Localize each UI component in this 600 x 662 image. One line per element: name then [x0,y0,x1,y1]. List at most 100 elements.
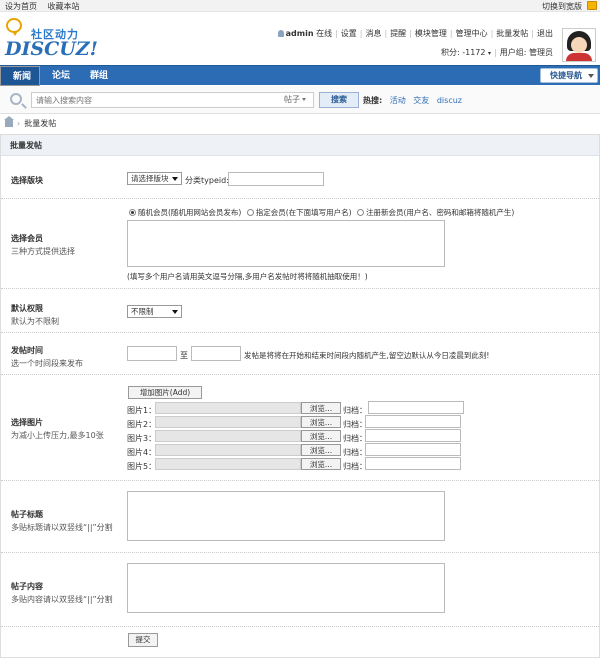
online-status[interactable]: 在线 [316,29,332,38]
row-images: 选择图片为减小上传压力,最多10张 增加图片(Add) 图片1： 浏览... 归… [1,375,599,481]
typeid-label: 分类typeid: [185,176,229,185]
image-file-field[interactable] [155,430,301,442]
images-sublabel: 为减小上传压力,最多10张 [11,431,104,440]
search-type-select[interactable]: 帖子 [284,94,306,105]
nav-item-group[interactable]: 群组 [90,66,108,86]
time-to-label: 至 [180,351,188,360]
option-specified-member: 指定会员(在下面填写用户名) [255,208,352,217]
radio-new-member[interactable] [357,209,364,216]
archive-input[interactable] [365,415,461,428]
logo-bubble-icon [6,18,22,36]
archive-input[interactable] [365,457,461,470]
browse-button[interactable]: 浏览... [301,402,341,414]
site-logo[interactable]: 社区动力 DISCUZ! [5,18,100,62]
archive-label: 归档： [343,462,367,471]
main-nav: 新闻 论坛 群组 快捷导航 [0,65,600,86]
row-time: 发帖时间选一个时间段来发布 至 发帖是将将在开始和结束时间段内随机产生,留空边默… [1,333,599,375]
quick-nav-label: 快捷导航 [550,71,582,80]
member-sublabel: 三种方式提供选择 [11,247,75,256]
breadcrumb-current: 批量发帖 [24,119,57,128]
image-label: 图片5： [127,462,157,471]
row-content: 帖子内容多贴内容请以双竖线“||”分割 [1,553,599,627]
logout-link[interactable]: 退出 [537,29,553,38]
radio-specified-member[interactable] [246,209,254,216]
option-new-member: 注册新会员(用户名、密码和邮箱将随机产生) [366,208,515,217]
search-input[interactable] [31,92,314,108]
hot-keyword[interactable]: 交友 [413,96,429,105]
member-textarea[interactable] [127,220,445,267]
archive-input[interactable] [365,429,461,442]
member-label: 选择会员 [11,234,43,243]
admin-center-link[interactable]: 管理中心 [456,29,488,38]
chevron-down-icon [302,98,306,101]
quick-nav-button[interactable]: 快捷导航 [540,68,598,83]
batch-post-link[interactable]: 批量发帖 [496,29,528,38]
image-label: 图片4： [127,448,157,457]
user-group-link[interactable]: 用户组: 管理员 [500,48,553,57]
hot-keyword[interactable]: 活动 [390,96,406,105]
permission-select[interactable]: 不限制 [127,305,182,318]
permission-label: 默认权限 [11,304,43,313]
content-textarea[interactable] [127,563,445,613]
archive-input[interactable] [365,443,461,456]
username-link[interactable]: admin [286,29,314,38]
block-select[interactable]: 请选择版块 [127,172,182,185]
hot-search-label: 热搜: [363,96,383,105]
image-label: 图片1： [127,406,157,415]
image-file-field[interactable] [155,458,301,470]
image-label: 图片3： [127,434,157,443]
add-image-button[interactable]: 增加图片(Add) [128,386,202,399]
browse-button[interactable]: 浏览... [301,416,341,428]
content-sublabel: 多贴内容请以双竖线“||”分割 [11,595,113,604]
form-title: 批量发帖 [1,135,599,156]
archive-label: 归档： [343,448,367,457]
browse-button[interactable]: 浏览... [301,458,341,470]
time-label: 发帖时间 [11,346,43,355]
browse-button[interactable]: 浏览... [301,430,341,442]
image-file-field[interactable] [155,416,301,428]
member-hint: (填写多个用户名请用英文逗号分隔,多用户名发帖时将将随机抽取使用！) [127,272,368,281]
breadcrumb: › 批量发帖 [4,116,57,130]
nav-item-news[interactable]: 新闻 [0,66,40,86]
image-file-field[interactable] [155,402,301,414]
settings-link[interactable]: 设置 [341,29,357,38]
image-file-field[interactable] [155,444,301,456]
set-homepage-link[interactable]: 设为首页 [5,2,37,11]
home-icon[interactable] [4,116,14,127]
row-member: 选择会员 三种方式提供选择 随机会员(随机用网站会员发布) 指定会员(在下面填写用… [1,199,599,289]
messages-link[interactable]: 消息 [365,29,381,38]
content-label: 帖子内容 [11,582,43,591]
points-link[interactable]: 积分: -1172 [441,48,485,57]
time-hint: 发帖是将将在开始和结束时间段内随机产生,留空边默认从今日凌晨到此刻! [244,351,490,360]
top-bar: 设为首页 收藏本站 切换到宽版 [0,0,600,12]
time-sublabel: 选一个时间段来发布 [11,359,83,368]
switch-wide-icon[interactable] [587,1,597,10]
hot-search: 热搜: 活动 交友 discuz [363,95,467,106]
images-label: 选择图片 [11,418,43,427]
typeid-input[interactable] [228,172,324,186]
archive-input[interactable] [368,401,464,414]
search-button[interactable]: 搜索 [319,92,359,108]
search-bar: 帖子 搜索 热搜: 活动 交友 discuz [0,86,600,114]
bookmark-link[interactable]: 收藏本站 [48,2,80,11]
hot-keyword[interactable]: discuz [437,96,462,105]
chevron-down-icon [172,310,178,314]
block-label: 选择版块 [11,176,43,185]
submit-button[interactable]: 提交 [128,633,158,647]
subject-textarea[interactable] [127,491,445,541]
module-manage-link[interactable]: 模块管理 [415,29,447,38]
chevron-down-icon [588,74,594,78]
start-time-input[interactable] [127,346,177,361]
browse-button[interactable]: 浏览... [301,444,341,456]
subject-sublabel: 多贴标题请以双竖线“||”分割 [11,523,113,532]
nav-item-forum[interactable]: 论坛 [52,66,70,86]
search-icon [10,93,22,105]
avatar[interactable] [562,28,596,62]
archive-label: 归档： [343,420,367,429]
notifications-link[interactable]: 提醒 [390,29,406,38]
switch-wide-link[interactable]: 切换到宽版 [542,1,582,12]
radio-random-member[interactable] [129,209,136,216]
end-time-input[interactable] [191,346,241,361]
archive-label: 归档： [343,406,367,415]
subject-label: 帖子标题 [11,510,43,519]
